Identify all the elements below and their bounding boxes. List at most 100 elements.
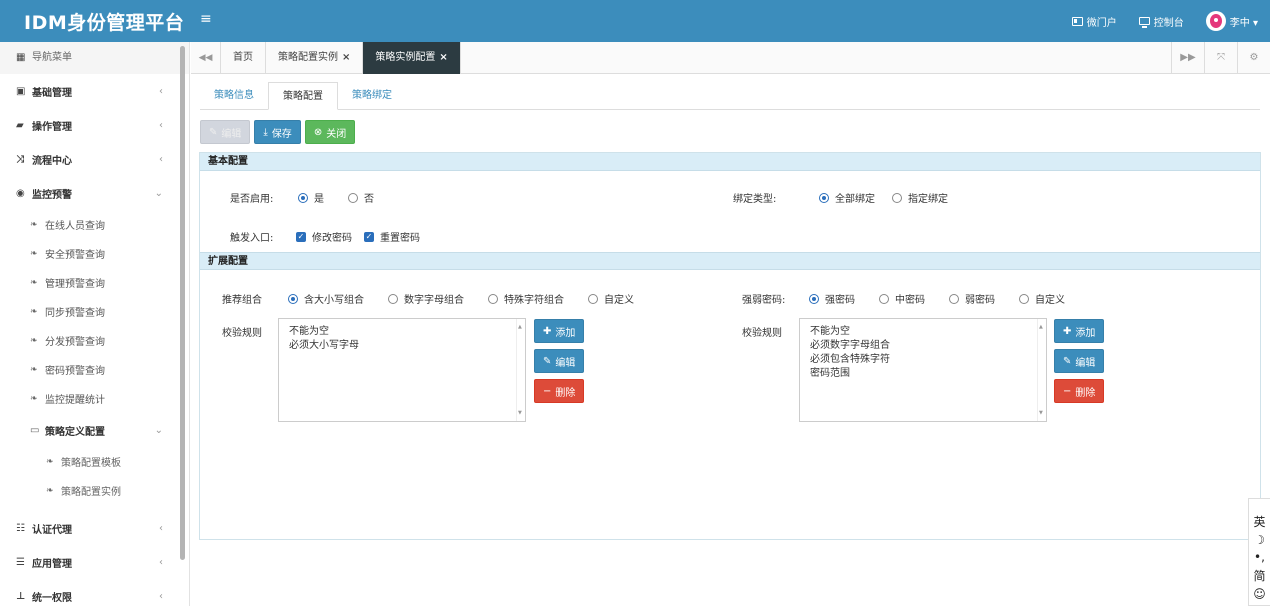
list-item[interactable]: 不能为空 — [289, 325, 515, 339]
avatar — [1205, 11, 1226, 31]
listbox-scrollbar[interactable] — [516, 319, 525, 421]
strength-custom-radio[interactable]: 自定义 — [1019, 291, 1065, 306]
radio-icon — [488, 293, 498, 304]
leaf-icon: ❧ — [30, 364, 38, 375]
sidebar-folder-policy[interactable]: ▭ 策略定义配置 ⌄ — [0, 413, 189, 447]
list-item[interactable]: 必须大小写字母 — [289, 339, 515, 353]
subtab-policy-config[interactable]: 策略配置 — [268, 82, 338, 110]
delete-rule-button[interactable]: − 删除 — [534, 379, 585, 403]
sidebar-subitem[interactable]: ❧ 分发预警查询 — [0, 326, 189, 355]
tab-policy-instance[interactable]: 策略配置实例 × — [266, 42, 364, 74]
user-menu[interactable]: 李中 ▾ — [1205, 11, 1258, 31]
sidebar-folder-label: 策略定义配置 — [45, 426, 105, 438]
ime-lang[interactable]: 英 — [1253, 513, 1265, 530]
tab-scroll-right-icon[interactable]: ▶▶ — [1171, 42, 1204, 74]
nav-header: ▦ 导航菜单 — [0, 42, 189, 74]
enable-yes-radio[interactable]: 是 — [298, 190, 324, 205]
gear-icon[interactable]: ⚙ — [1237, 42, 1270, 74]
sidebar-subitem-label: 分发预警查询 — [45, 337, 105, 348]
sidebar-subitem[interactable]: ❧ 密码预警查询 — [0, 355, 189, 384]
edit-label: 编辑 — [555, 357, 576, 369]
sidebar-item-workflow[interactable]: ⤨ 流程中心 ‹ — [0, 142, 189, 176]
sidebar-item-operation[interactable]: ▰ 操作管理 ‹ — [0, 108, 189, 142]
sidebar-subitem-label: 密码预警查询 — [45, 366, 105, 377]
combo-alnum-radio[interactable]: 数字字母组合 — [388, 291, 464, 306]
sidebar-subitem[interactable]: ❧ 监控提醒统计 — [0, 384, 189, 413]
leaf-icon: ❧ — [30, 335, 38, 346]
edit-rule-button[interactable]: ✎ 编辑 — [534, 349, 585, 373]
leaf-icon: ❧ — [46, 485, 54, 496]
sidebar-subitem-label: 在线人员查询 — [45, 221, 105, 232]
close-icon[interactable]: × — [342, 52, 350, 63]
list-item[interactable]: 密码范围 — [810, 367, 1036, 381]
save-button[interactable]: ⤓ 保存 — [254, 120, 301, 144]
sidebar-item-auth-proxy[interactable]: ☷ 认证代理 ‹ — [0, 511, 189, 545]
tab-scroll-left-icon[interactable]: ◀◀ — [191, 42, 221, 74]
sidebar-subitem-instance[interactable]: ❧ 策略配置实例 — [0, 476, 189, 505]
emoji-icon[interactable]: ☺ — [1253, 587, 1266, 601]
leaf-icon: ❧ — [30, 306, 38, 317]
strength-weak-radio[interactable]: 弱密码 — [949, 291, 995, 306]
sidebar-item-apps[interactable]: ☰ 应用管理 ‹ — [0, 545, 189, 579]
sidebar-subitem-template[interactable]: ❧ 策略配置模板 — [0, 447, 189, 476]
bind-some-radio[interactable]: 指定绑定 — [892, 190, 948, 205]
bind-all-radio[interactable]: 全部绑定 — [819, 190, 875, 205]
chevron-left-icon: ‹ — [159, 556, 163, 568]
sidebar-item-monitor[interactable]: ◉ 监控预警 ⌄ — [0, 176, 189, 210]
plus-icon: ✚ — [543, 325, 552, 337]
listbox-scrollbar[interactable] — [1037, 319, 1046, 421]
sidebar-subitem[interactable]: ❧ 安全预警查询 — [0, 239, 189, 268]
ime-mode[interactable]: 简 — [1253, 567, 1265, 584]
entry-label: 触发入口: — [230, 233, 274, 244]
entry-reset-checkbox[interactable]: ✓ 重置密码 — [364, 229, 420, 244]
strength-medium-radio[interactable]: 中密码 — [879, 291, 925, 306]
rules-listbox-right[interactable]: 不能为空 必须数字字母组合 必须包含特殊字符 密码范围 — [799, 318, 1047, 422]
add-rule-button[interactable]: ✚ 添加 — [1054, 319, 1105, 343]
sidebar-subitem[interactable]: ❧ 在线人员查询 — [0, 210, 189, 239]
tab-policy-instance-config[interactable]: 策略实例配置 × — [363, 42, 461, 74]
circle-x-icon: ⊗ — [313, 126, 323, 138]
sidebar-item-label: 认证代理 — [32, 524, 72, 536]
ime-toolbar[interactable]: 英 ☽ •, 简 ☺ — [1248, 498, 1270, 606]
option-label: 指定绑定 — [908, 194, 948, 205]
edit-button[interactable]: ✎ 编辑 — [200, 120, 251, 144]
sidebar-item-basic[interactable]: ▣ 基础管理 ‹ — [0, 74, 189, 108]
moon-icon[interactable]: ☽ — [1254, 533, 1265, 547]
sidebar-item-label: 基础管理 — [32, 87, 72, 99]
subtab-policy-binding[interactable]: 策略绑定 — [338, 82, 406, 110]
option-label: 是 — [314, 194, 324, 205]
edit-rule-button[interactable]: ✎ 编辑 — [1054, 349, 1105, 373]
rules-listbox-left[interactable]: 不能为空 必须大小写字母 — [278, 318, 526, 422]
list-item[interactable]: 不能为空 — [810, 325, 1036, 339]
option-label: 特殊字符组合 — [504, 295, 564, 306]
combo-mixed-case-radio[interactable]: 含大小写组合 — [288, 291, 364, 306]
tab-home[interactable]: 首页 — [221, 42, 266, 74]
sidebar-subitem[interactable]: ❧ 同步预警查询 — [0, 297, 189, 326]
menu-toggle-icon[interactable]: ≡ — [200, 11, 212, 27]
console-link[interactable]: 控制台 — [1138, 14, 1184, 29]
sidebar-scrollbar[interactable] — [180, 46, 185, 560]
plus-icon: ✚ — [1063, 325, 1072, 337]
ime-punct[interactable]: •, — [1254, 550, 1265, 564]
option-label: 修改密码 — [312, 233, 352, 244]
strength-strong-radio[interactable]: 强密码 — [809, 291, 855, 306]
sidebar-item-permission[interactable]: ⊥ 统一权限 ‹ — [0, 579, 189, 606]
close-icon[interactable]: × — [439, 52, 447, 63]
delete-rule-button[interactable]: − 删除 — [1054, 379, 1105, 403]
leaf-icon: ❧ — [46, 456, 54, 467]
list-item[interactable]: 必须数字字母组合 — [810, 339, 1036, 353]
combo-special-radio[interactable]: 特殊字符组合 — [488, 291, 564, 306]
list-item[interactable]: 必须包含特殊字符 — [810, 353, 1036, 367]
fullscreen-icon[interactable]: ⤧ — [1204, 42, 1237, 74]
sidebar-subitem[interactable]: ❧ 管理预警查询 — [0, 268, 189, 297]
combo-custom-radio[interactable]: 自定义 — [588, 291, 634, 306]
radio-icon — [879, 293, 889, 304]
edit-label: 编辑 — [1075, 357, 1096, 369]
micro-portal-link[interactable]: 微门户 — [1071, 14, 1117, 29]
subtab-policy-info[interactable]: 策略信息 — [200, 82, 268, 110]
close-button[interactable]: ⊗ 关闭 — [304, 120, 356, 144]
add-rule-button[interactable]: ✚ 添加 — [534, 319, 585, 343]
chevron-left-icon: ‹ — [159, 153, 163, 165]
enable-no-radio[interactable]: 否 — [348, 190, 374, 205]
entry-change-checkbox[interactable]: ✓ 修改密码 — [296, 229, 352, 244]
